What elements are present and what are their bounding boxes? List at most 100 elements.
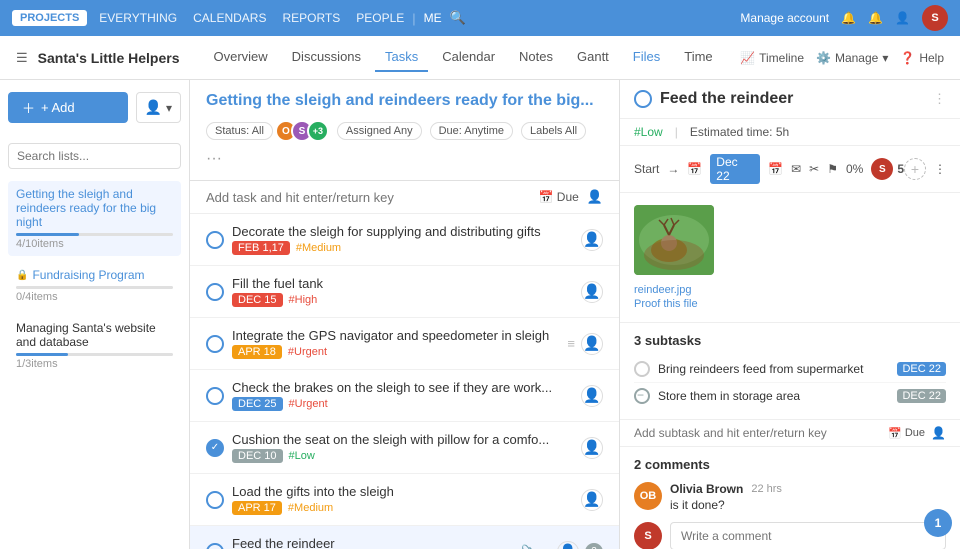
top-navigation: PROJECTS EVERYTHING CALENDARS REPORTS PE… bbox=[0, 0, 960, 36]
task-image-thumbnail[interactable] bbox=[634, 205, 714, 275]
more-options-button[interactable]: ··· bbox=[206, 150, 222, 168]
progress-value[interactable]: 0% bbox=[846, 162, 863, 176]
calendar-icon[interactable]: 📅 Due bbox=[539, 189, 579, 205]
detail-options-icon[interactable]: ⋮ bbox=[934, 162, 946, 176]
user-avatar[interactable]: S bbox=[922, 5, 948, 31]
tab-gantt[interactable]: Gantt bbox=[567, 43, 619, 72]
comment-body: Olivia Brown 22 hrs is it done? bbox=[670, 482, 946, 512]
tab-notes[interactable]: Notes bbox=[509, 43, 563, 72]
task-item[interactable]: Integrate the GPS navigator and speedome… bbox=[190, 318, 619, 370]
task-icons: ≡ 👤 bbox=[567, 333, 603, 355]
arrow-icon: → bbox=[667, 162, 679, 176]
task-checkbox[interactable] bbox=[206, 283, 224, 301]
tab-time[interactable]: Time bbox=[674, 43, 722, 72]
timeline-btn[interactable]: 📈 Timeline bbox=[740, 51, 804, 65]
plus-icon: ＋ bbox=[22, 98, 35, 117]
help-btn[interactable]: ❓ Help bbox=[900, 51, 944, 65]
task-content: Check the brakes on the sleigh to see if… bbox=[232, 380, 573, 411]
search-input[interactable] bbox=[8, 143, 181, 169]
menu-icon[interactable]: ☰ bbox=[16, 50, 28, 66]
notification-icon[interactable]: 🔔 bbox=[868, 11, 883, 25]
task-checkbox[interactable] bbox=[206, 543, 224, 549]
end-date[interactable]: Dec 22 bbox=[710, 154, 760, 184]
detail-avatar: S bbox=[871, 158, 893, 180]
sidebar-item-list2[interactable]: Fundraising Program 0/4items bbox=[8, 262, 181, 309]
task-checkbox[interactable] bbox=[206, 439, 224, 457]
notification-float-badge[interactable]: 1 bbox=[924, 509, 952, 537]
filter-bar: Status: All O S +3 Assigned Any Due: Any… bbox=[206, 120, 603, 168]
detail-avatar-count: 5 bbox=[897, 162, 904, 176]
task-item[interactable]: Cushion the seat on the sleigh with pill… bbox=[190, 422, 619, 474]
assignee-avatar: 👤 bbox=[581, 229, 603, 251]
labels-filter[interactable]: Labels All bbox=[521, 122, 586, 140]
tab-files[interactable]: Files bbox=[623, 43, 670, 72]
list3-progress-bar bbox=[16, 353, 173, 356]
comment-input[interactable] bbox=[670, 522, 946, 549]
task-checkbox[interactable] bbox=[206, 335, 224, 353]
add-subtask-bar: 📅 Due 👤 bbox=[620, 420, 960, 447]
list2-title: Fundraising Program bbox=[16, 268, 173, 282]
subtask-checkbox[interactable] bbox=[634, 388, 650, 404]
detail-avatars: S 5 + bbox=[871, 158, 926, 180]
assignee-avatar: 👤 bbox=[557, 541, 579, 549]
subtask-assignee-icon[interactable]: 👤 bbox=[931, 426, 946, 440]
projects-badge[interactable]: PROJECTS bbox=[12, 10, 87, 26]
subtask-item[interactable]: Bring reindeers feed from supermarket DE… bbox=[634, 356, 946, 383]
sidebar-item-list3[interactable]: Managing Santa's website and database 1/… bbox=[8, 315, 181, 376]
list1-progress-bar bbox=[16, 233, 173, 236]
task-item-selected[interactable]: Feed the reindeer DEC 22 #Low 📎 ≡ 👤 2 bbox=[190, 526, 619, 549]
nav-reports[interactable]: REPORTS bbox=[282, 11, 340, 25]
manage-account-btn[interactable]: Manage account bbox=[740, 11, 829, 25]
task-item[interactable]: Fill the fuel tank DEC 15 #High 👤 bbox=[190, 266, 619, 318]
nav-people[interactable]: PEOPLE bbox=[356, 11, 404, 25]
detail-more-button[interactable]: ⋮ bbox=[933, 91, 946, 107]
assignee-icon[interactable]: 👤 bbox=[587, 189, 603, 205]
nav-calendars[interactable]: CALENDARS bbox=[193, 11, 266, 25]
task-checkbox[interactable] bbox=[206, 231, 224, 249]
manage-btn[interactable]: ⚙️ Manage ▾ bbox=[816, 51, 888, 65]
subtask-name: Store them in storage area bbox=[658, 389, 800, 403]
task-content: Fill the fuel tank DEC 15 #High bbox=[232, 276, 573, 307]
search-icon[interactable]: 🔍 bbox=[450, 10, 466, 26]
subtask-icon: ≡ bbox=[567, 336, 575, 351]
task-meta: APR 18 #Urgent bbox=[232, 345, 559, 359]
task-item[interactable]: Decorate the sleigh for supplying and di… bbox=[190, 214, 619, 266]
nav-everything[interactable]: EVERYTHING bbox=[99, 11, 177, 25]
add-assignee-button[interactable]: + bbox=[904, 158, 926, 180]
avatar-dropdown[interactable]: 👤 ▾ bbox=[136, 92, 181, 123]
nav-me[interactable]: ME bbox=[424, 11, 442, 25]
bell-icon[interactable]: 🔔 bbox=[841, 11, 856, 25]
task-checkbox[interactable] bbox=[206, 491, 224, 509]
status-filter[interactable]: Status: All bbox=[206, 122, 273, 140]
sidebar-item-list1[interactable]: Getting the sleigh and reindeers ready f… bbox=[8, 181, 181, 256]
add-task-input[interactable] bbox=[206, 190, 531, 205]
task-meta: DEC 10 #Low bbox=[232, 449, 573, 463]
user-plus-icon[interactable]: 👤 bbox=[895, 11, 910, 25]
tab-tasks[interactable]: Tasks bbox=[375, 43, 428, 72]
task-checkbox[interactable] bbox=[206, 387, 224, 405]
chevron-down-icon: ▾ bbox=[166, 101, 172, 115]
subtask-checkbox[interactable] bbox=[634, 361, 650, 377]
commenter-name: Olivia Brown bbox=[670, 482, 743, 496]
task-date: DEC 10 bbox=[232, 449, 283, 463]
image-filename[interactable]: reindeer.jpg bbox=[634, 284, 692, 296]
detail-task-checkbox[interactable] bbox=[634, 90, 652, 108]
tab-calendar[interactable]: Calendar bbox=[432, 43, 505, 72]
assigned-filter[interactable]: Assigned Any bbox=[337, 122, 422, 140]
tab-discussions[interactable]: Discussions bbox=[282, 43, 371, 72]
task-item[interactable]: Load the gifts into the sleigh APR 17 #M… bbox=[190, 474, 619, 526]
panel-title: Getting the sleigh and reindeers ready f… bbox=[206, 92, 603, 110]
tab-overview[interactable]: Overview bbox=[203, 43, 277, 72]
due-filter[interactable]: Due: Anytime bbox=[430, 122, 513, 140]
add-subtask-input[interactable] bbox=[634, 426, 880, 440]
main-layout: ＋ + Add 👤 ▾ Getting the sleigh and reind… bbox=[0, 80, 960, 549]
task-content: Integrate the GPS navigator and speedome… bbox=[232, 328, 559, 359]
subtask-calendar-icon[interactable]: 📅 Due bbox=[888, 426, 925, 440]
task-icons: 👤 bbox=[581, 489, 603, 511]
proof-link[interactable]: Proof this file bbox=[634, 298, 946, 310]
add-button[interactable]: ＋ + Add bbox=[8, 92, 128, 123]
subtask-item[interactable]: Store them in storage area DEC 22 bbox=[634, 383, 946, 409]
task-item[interactable]: Check the brakes on the sleigh to see if… bbox=[190, 370, 619, 422]
task-name: Load the gifts into the sleigh bbox=[232, 484, 573, 499]
task-name: Integrate the GPS navigator and speedome… bbox=[232, 328, 559, 343]
